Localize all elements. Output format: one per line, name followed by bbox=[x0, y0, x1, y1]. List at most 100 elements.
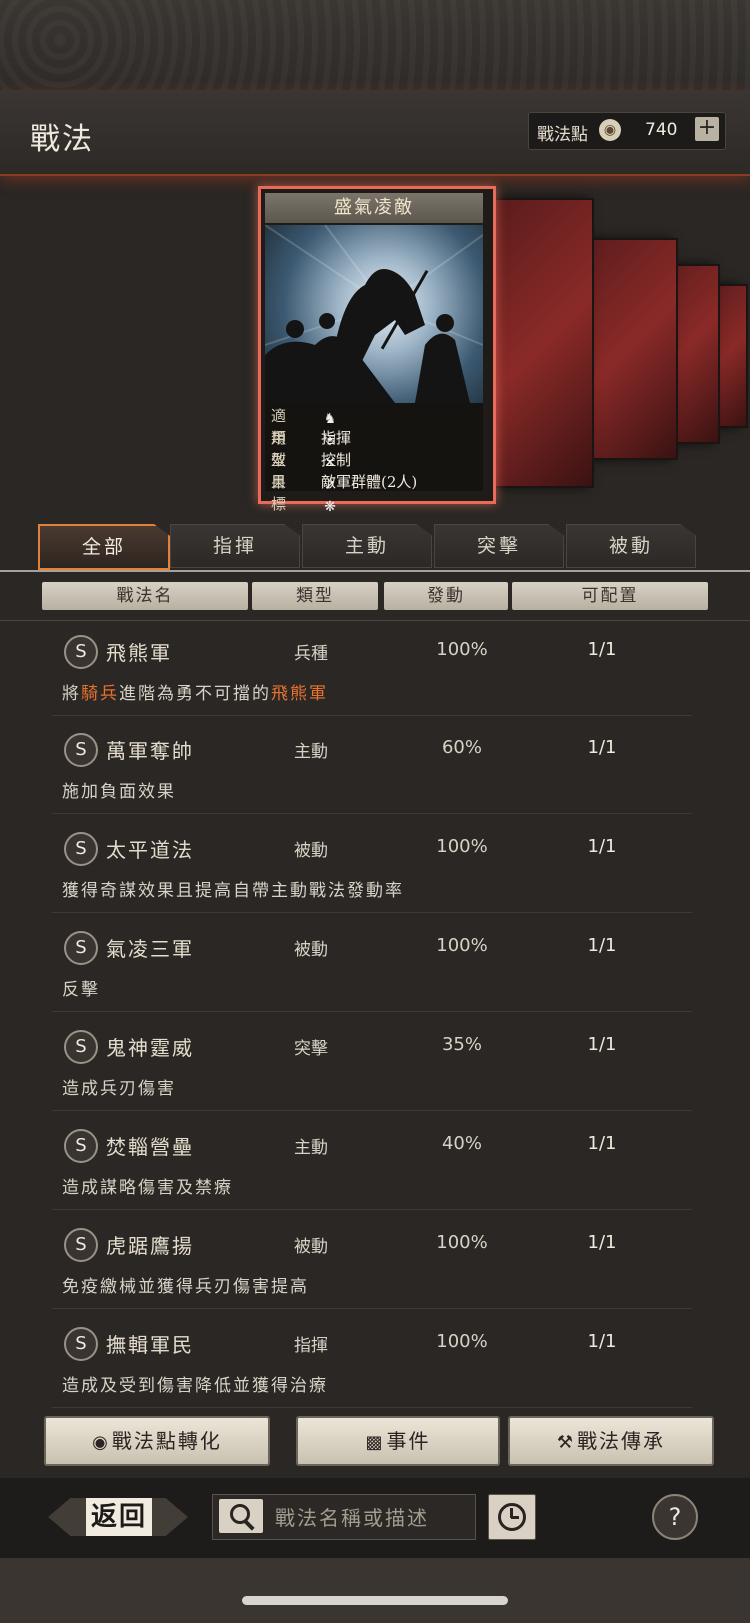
skill-rate: 100% bbox=[436, 639, 488, 660]
list-item[interactable]: S 氣凌三軍 被動 100% 1/1 反擊 bbox=[52, 917, 692, 1012]
skill-rate: 60% bbox=[441, 737, 482, 758]
skill-name: 撫輯軍民 bbox=[106, 1333, 194, 1357]
column-type[interactable]: 類型 bbox=[252, 582, 378, 610]
skill-rate: 40% bbox=[441, 1133, 482, 1154]
search-box bbox=[212, 1494, 476, 1540]
grade-badge: S bbox=[64, 832, 98, 866]
tab-command[interactable]: 指揮 bbox=[170, 524, 300, 568]
skill-type: 被動 bbox=[294, 940, 328, 960]
cavalry-icon: ♞ bbox=[323, 411, 337, 427]
card-info: 適用 ♞⛨✕➚❋ 類型 指揮 效果 控制 目標 敵軍群體(2人) bbox=[265, 403, 483, 515]
grade-badge: S bbox=[64, 733, 98, 767]
add-points-button[interactable]: + bbox=[695, 117, 719, 141]
search-input[interactable] bbox=[273, 1501, 473, 1535]
list-item[interactable]: S 太平道法 被動 100% 1/1 獲得奇謀效果且提高自帶主動戰法發動率 bbox=[52, 818, 692, 913]
skill-name: 萬軍奪帥 bbox=[106, 739, 194, 763]
tactic-points-panel: 戰法點 ◉ 740 + bbox=[528, 112, 726, 150]
skill-slots: 1/1 bbox=[587, 1232, 617, 1253]
card-artwork bbox=[265, 225, 483, 403]
search-icon[interactable] bbox=[219, 1499, 263, 1533]
card-carousel[interactable]: 盛氣凌敵 適用 ♞⛨✕➚❋ 類型 指揮 效果 控制 目標 敵軍群體(2人) bbox=[0, 180, 750, 515]
header-bar: 戰法 戰法點 ◉ 740 + bbox=[0, 90, 750, 176]
tactics-list[interactable]: S 飛熊軍 兵種 100% 1/1 將騎兵進階為勇不可擋的飛熊軍 S 萬軍奪帥 … bbox=[0, 620, 750, 1409]
grade-badge: S bbox=[64, 931, 98, 965]
tactic-points-value: 740 bbox=[645, 120, 678, 140]
inherit-button[interactable]: ⚒ 戰法傳承 bbox=[508, 1416, 714, 1466]
grade-badge: S bbox=[64, 1030, 98, 1064]
list-item[interactable]: S 虎踞鷹揚 被動 100% 1/1 免疫繳械並獲得兵刃傷害提高 bbox=[52, 1214, 692, 1309]
skill-slots: 1/1 bbox=[587, 1331, 617, 1352]
skill-slots: 1/1 bbox=[587, 639, 617, 660]
grade-badge: S bbox=[64, 1129, 98, 1163]
action-bar: ◉ 戰法點轉化 ▩ 事件 ⚒ 戰法傳承 bbox=[0, 1412, 750, 1472]
convert-points-button[interactable]: ◉ 戰法點轉化 bbox=[44, 1416, 270, 1466]
skill-type: 被動 bbox=[294, 1237, 328, 1257]
column-slots[interactable]: 可配置 bbox=[512, 582, 708, 610]
skill-name: 虎踞鷹揚 bbox=[106, 1234, 194, 1258]
top-decoration bbox=[0, 0, 750, 90]
skill-desc: 獲得奇謀效果且提高自帶主動戰法發動率 bbox=[62, 881, 404, 901]
skill-rate: 100% bbox=[436, 1232, 488, 1253]
alert-icon: ▩ bbox=[365, 1432, 385, 1453]
list-item[interactable]: S 撫輯軍民 指揮 100% 1/1 造成及受到傷害降低並獲得治療 bbox=[52, 1313, 692, 1408]
list-item[interactable]: S 焚輜營壘 主動 40% 1/1 造成謀略傷害及禁療 bbox=[52, 1115, 692, 1210]
skill-type: 主動 bbox=[294, 1138, 328, 1158]
selected-tactic-card[interactable]: 盛氣凌敵 適用 ♞⛨✕➚❋ 類型 指揮 效果 控制 目標 敵軍群體(2人) bbox=[258, 186, 496, 515]
history-clock-icon[interactable] bbox=[488, 1494, 536, 1540]
tactic-points-label: 戰法點 bbox=[537, 125, 588, 145]
ink-drop-icon: ◉ bbox=[92, 1432, 110, 1453]
skill-desc: 將騎兵進階為勇不可擋的飛熊軍 bbox=[62, 684, 328, 704]
skill-rate: 100% bbox=[436, 1331, 488, 1352]
card-title: 盛氣凌敵 bbox=[265, 193, 483, 223]
skill-type: 主動 bbox=[294, 742, 328, 762]
hammer-icon: ⚒ bbox=[556, 1432, 576, 1453]
skill-rate: 35% bbox=[441, 1034, 482, 1055]
list-item[interactable]: S 萬軍奪帥 主動 60% 1/1 施加負面效果 bbox=[52, 719, 692, 814]
skill-desc: 施加負面效果 bbox=[62, 782, 176, 802]
ink-drop-icon: ◉ bbox=[599, 119, 621, 141]
tab-passive[interactable]: 被動 bbox=[566, 524, 696, 568]
skill-name: 飛熊軍 bbox=[106, 641, 172, 665]
bottom-decoration bbox=[0, 1558, 750, 1623]
skill-desc: 造成及受到傷害降低並獲得治療 bbox=[62, 1376, 328, 1396]
skill-slots: 1/1 bbox=[587, 737, 617, 758]
grade-badge: S bbox=[64, 635, 98, 669]
footer-bar: 返回 ? bbox=[0, 1478, 750, 1558]
skill-desc: 反擊 bbox=[62, 980, 100, 1000]
skill-slots: 1/1 bbox=[587, 1034, 617, 1055]
grade-badge: S bbox=[64, 1228, 98, 1262]
skill-slots: 1/1 bbox=[587, 836, 617, 857]
home-indicator[interactable] bbox=[242, 1596, 508, 1605]
skill-slots: 1/1 bbox=[587, 935, 617, 956]
skill-desc: 造成兵刃傷害 bbox=[62, 1079, 176, 1099]
grade-badge: S bbox=[64, 1327, 98, 1361]
back-button[interactable]: 返回 bbox=[48, 1492, 188, 1542]
skill-name: 氣凌三軍 bbox=[106, 937, 194, 961]
filter-tabs: 全部 指揮 主動 突擊 被動 bbox=[0, 520, 750, 572]
skill-type: 被動 bbox=[294, 841, 328, 861]
tab-assault[interactable]: 突擊 bbox=[434, 524, 564, 568]
help-button[interactable]: ? bbox=[652, 1494, 698, 1540]
skill-type: 指揮 bbox=[294, 1336, 328, 1356]
skill-type: 突擊 bbox=[294, 1039, 328, 1059]
list-item[interactable]: S 飛熊軍 兵種 100% 1/1 將騎兵進階為勇不可擋的飛熊軍 bbox=[52, 621, 692, 716]
siege-icon: ❋ bbox=[324, 499, 336, 515]
skill-slots: 1/1 bbox=[587, 1133, 617, 1154]
skill-desc: 免疫繳械並獲得兵刃傷害提高 bbox=[62, 1277, 309, 1297]
skill-desc: 造成謀略傷害及禁療 bbox=[62, 1178, 233, 1198]
skill-rate: 100% bbox=[436, 836, 488, 857]
tab-active[interactable]: 主動 bbox=[302, 524, 432, 568]
skill-rate: 100% bbox=[436, 935, 488, 956]
tab-all[interactable]: 全部 bbox=[38, 524, 170, 570]
column-name[interactable]: 戰法名 bbox=[42, 582, 248, 610]
column-rate[interactable]: 發動 bbox=[384, 582, 508, 610]
list-item[interactable]: S 鬼神霆威 突擊 35% 1/1 造成兵刃傷害 bbox=[52, 1016, 692, 1111]
card-thumbnail[interactable] bbox=[492, 198, 594, 488]
event-button[interactable]: ▩ 事件 bbox=[296, 1416, 500, 1466]
skill-type: 兵種 bbox=[294, 644, 328, 664]
page-title: 戰法 bbox=[30, 122, 94, 157]
back-label: 返回 bbox=[86, 1498, 152, 1536]
skill-name: 鬼神霆威 bbox=[106, 1036, 194, 1060]
skill-name: 太平道法 bbox=[106, 838, 194, 862]
skill-name: 焚輜營壘 bbox=[106, 1135, 194, 1159]
